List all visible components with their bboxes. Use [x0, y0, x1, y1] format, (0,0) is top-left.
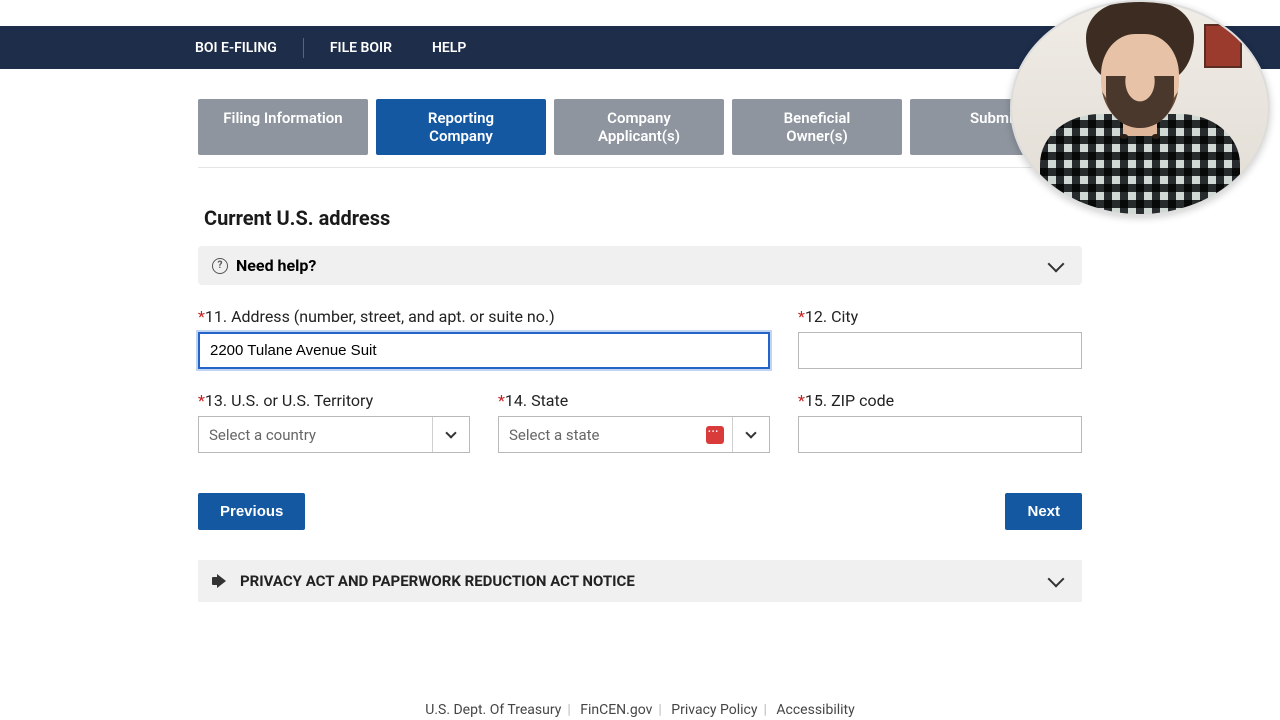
previous-button[interactable]: Previous [198, 493, 305, 530]
next-button[interactable]: Next [1005, 493, 1082, 530]
nav-help[interactable]: HELP [432, 40, 466, 56]
presenter-webcam [1010, 0, 1270, 216]
help-icon [212, 258, 228, 274]
section-title: Current U.S. address [198, 206, 1082, 230]
need-help-label: Need help? [236, 256, 316, 275]
territory-select[interactable]: Select a country [198, 416, 470, 453]
state-placeholder: Select a state [499, 426, 706, 444]
nav-brand[interactable]: BOI E-FILING [195, 40, 277, 56]
tab-company-applicants[interactable]: Company Applicant(s) [554, 99, 724, 155]
city-label: *12. City [798, 307, 1082, 326]
privacy-notice-label: PRIVACY ACT AND PAPERWORK REDUCTION ACT … [240, 572, 635, 590]
chevron-down-icon [1048, 571, 1065, 588]
state-label: *14. State [498, 391, 770, 410]
footer-fincen[interactable]: FinCEN.gov [580, 702, 652, 718]
privacy-notice-accordion[interactable]: PRIVACY ACT AND PAPERWORK REDUCTION ACT … [198, 560, 1082, 602]
tab-beneficial-owners[interactable]: Beneficial Owner(s) [732, 99, 902, 155]
state-select[interactable]: Select a state [498, 416, 770, 453]
zip-input[interactable] [798, 416, 1082, 453]
tab-filing-information[interactable]: Filing Information [198, 99, 368, 155]
password-manager-icon[interactable] [706, 426, 724, 444]
address-label: *11. Address (number, street, and apt. o… [198, 307, 770, 326]
zip-label: *15. ZIP code [798, 391, 1082, 410]
footer: U.S. Dept. Of Treasury| FinCEN.gov| Priv… [0, 702, 1280, 720]
territory-label: *13. U.S. or U.S. Territory [198, 391, 470, 410]
nav-file-boir[interactable]: FILE BOIR [330, 40, 392, 56]
city-input[interactable] [798, 332, 1082, 369]
chevron-down-icon [1048, 255, 1065, 272]
footer-treasury[interactable]: U.S. Dept. Of Treasury [425, 702, 561, 718]
territory-placeholder: Select a country [199, 426, 432, 444]
chevron-down-icon [745, 427, 756, 438]
divider [303, 38, 304, 58]
need-help-accordion[interactable]: Need help? [198, 246, 1082, 285]
footer-privacy[interactable]: Privacy Policy [671, 702, 757, 718]
chevron-down-icon [445, 427, 456, 438]
footer-accessibility[interactable]: Accessibility [776, 702, 854, 718]
tab-reporting-company[interactable]: Reporting Company [376, 99, 546, 155]
address-input[interactable] [198, 332, 770, 369]
step-tabs: Filing Information Reporting Company Com… [198, 99, 1082, 168]
megaphone-icon [212, 573, 228, 589]
